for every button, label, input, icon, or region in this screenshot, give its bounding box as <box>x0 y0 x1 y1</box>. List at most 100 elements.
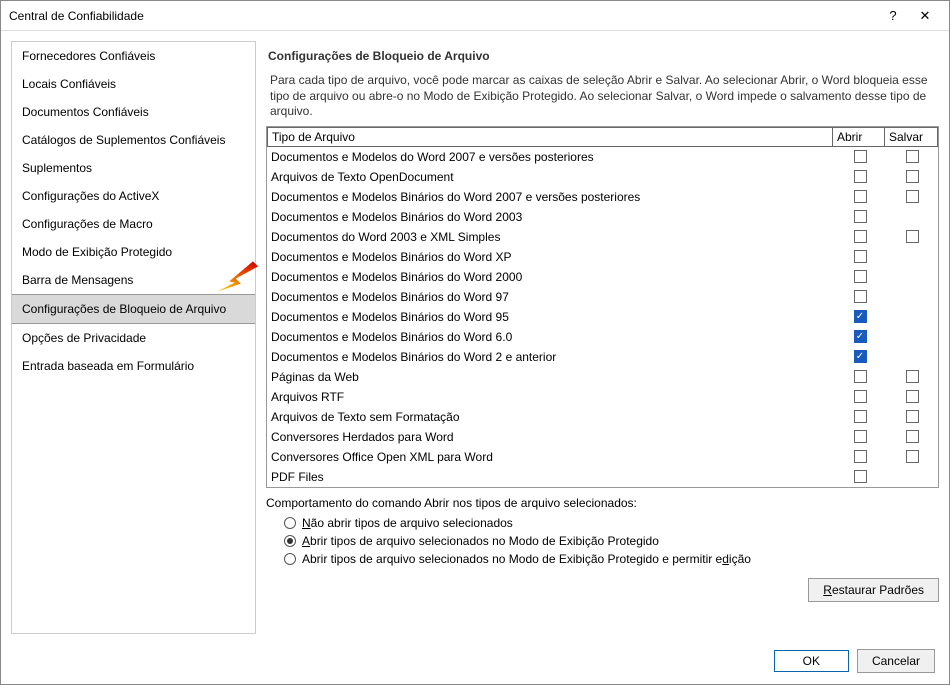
open-behavior-option[interactable]: Abrir tipos de arquivo selecionados no M… <box>266 532 939 550</box>
open-checkbox[interactable] <box>854 270 867 283</box>
radio-icon[interactable] <box>284 553 296 565</box>
window-title: Central de Confiabilidade <box>9 9 877 23</box>
intro-text: Para cada tipo de arquivo, você pode mar… <box>270 73 935 120</box>
sidebar-item-4[interactable]: Suplementos <box>12 154 255 182</box>
file-type-label: Arquivos de Texto OpenDocument <box>267 168 834 186</box>
file-type-label: Documentos e Modelos Binários do Word 20… <box>267 268 834 286</box>
table-row: PDF Files <box>267 467 938 487</box>
file-type-label: Conversores Herdados para Word <box>267 428 834 446</box>
sidebar-item-10[interactable]: Opções de Privacidade <box>12 324 255 352</box>
file-type-label: Documentos do Word 2003 e XML Simples <box>267 228 834 246</box>
table-row: Documentos e Modelos Binários do Word 97 <box>267 287 938 307</box>
file-type-label: PDF Files <box>267 468 834 486</box>
table-row: Arquivos de Texto sem Formatação <box>267 407 938 427</box>
open-behavior-option[interactable]: Abrir tipos de arquivo selecionados no M… <box>266 550 939 568</box>
help-button[interactable]: ? <box>877 1 909 30</box>
open-checkbox[interactable] <box>854 190 867 203</box>
header-type: Tipo de Arquivo <box>268 128 833 146</box>
file-type-label: Documentos e Modelos Binários do Word 20… <box>267 188 834 206</box>
restore-row: Restaurar Padrões <box>266 578 939 602</box>
header-save: Salvar <box>885 128 937 146</box>
sidebar-item-0[interactable]: Fornecedores Confiáveis <box>12 42 255 70</box>
table-row: Documentos do Word 2003 e XML Simples <box>267 227 938 247</box>
table-row: Documentos e Modelos Binários do Word XP <box>267 247 938 267</box>
radio-icon[interactable] <box>284 535 296 547</box>
open-behavior-option[interactable]: Não abrir tipos de arquivo selecionados <box>266 514 939 532</box>
sidebar-nav: Fornecedores ConfiáveisLocais Confiáveis… <box>11 41 256 634</box>
close-button[interactable]: ✕ <box>909 1 941 30</box>
table-row: Conversores Herdados para Word <box>267 427 938 447</box>
sidebar-item-1[interactable]: Locais Confiáveis <box>12 70 255 98</box>
save-checkbox[interactable] <box>906 170 919 183</box>
restore-defaults-button[interactable]: Restaurar Padrões <box>808 578 939 602</box>
save-checkbox[interactable] <box>906 430 919 443</box>
sidebar-item-6[interactable]: Configurações de Macro <box>12 210 255 238</box>
table-row: Documentos e Modelos do Word 2007 e vers… <box>267 147 938 167</box>
open-behavior-label: Comportamento do comando Abrir nos tipos… <box>266 496 939 510</box>
open-checkbox[interactable] <box>854 390 867 403</box>
save-checkbox[interactable] <box>906 230 919 243</box>
header-open: Abrir <box>833 128 885 146</box>
sidebar-item-8[interactable]: Barra de Mensagens <box>12 266 255 294</box>
cancel-button[interactable]: Cancelar <box>857 649 935 673</box>
table-header: Tipo de Arquivo Abrir Salvar <box>267 127 938 147</box>
file-type-label: Documentos e Modelos Binários do Word 95 <box>267 308 834 326</box>
radio-icon[interactable] <box>284 517 296 529</box>
radio-label: Abrir tipos de arquivo selecionados no M… <box>302 534 659 548</box>
file-type-label: Arquivos de Texto sem Formatação <box>267 408 834 426</box>
dialog-body: Fornecedores ConfiáveisLocais Confiáveis… <box>1 31 949 644</box>
open-checkbox[interactable] <box>854 250 867 263</box>
file-block-table: Tipo de Arquivo Abrir Salvar Documentos … <box>266 126 939 488</box>
table-row: Páginas da Web <box>267 367 938 387</box>
save-checkbox[interactable] <box>906 390 919 403</box>
sidebar-item-11[interactable]: Entrada baseada em Formulário <box>12 352 255 380</box>
sidebar-item-9[interactable]: Configurações de Bloqueio de Arquivo <box>12 294 255 324</box>
table-row: Documentos e Modelos Binários do Word 20… <box>267 207 938 227</box>
ok-button[interactable]: OK <box>774 650 849 672</box>
file-type-label: Documentos e Modelos Binários do Word 20… <box>267 208 834 226</box>
main-panel: Configurações de Bloqueio de Arquivo Par… <box>266 41 939 634</box>
sidebar-item-5[interactable]: Configurações do ActiveX <box>12 182 255 210</box>
file-type-label: Conversores Office Open XML para Word <box>267 448 834 466</box>
save-checkbox[interactable] <box>906 190 919 203</box>
sidebar-item-7[interactable]: Modo de Exibição Protegido <box>12 238 255 266</box>
open-checkbox[interactable] <box>854 290 867 303</box>
dialog-footer: OK Cancelar <box>1 644 949 684</box>
open-checkbox[interactable] <box>854 350 867 363</box>
open-checkbox[interactable] <box>854 310 867 323</box>
file-type-label: Documentos e Modelos Binários do Word XP <box>267 248 834 266</box>
file-type-label: Documentos e Modelos Binários do Word 2 … <box>267 348 834 366</box>
open-checkbox[interactable] <box>854 430 867 443</box>
table-row: Arquivos RTF <box>267 387 938 407</box>
open-checkbox[interactable] <box>854 210 867 223</box>
open-checkbox[interactable] <box>854 410 867 423</box>
titlebar: Central de Confiabilidade ? ✕ <box>1 1 949 31</box>
open-checkbox[interactable] <box>854 230 867 243</box>
save-checkbox[interactable] <box>906 370 919 383</box>
section-title: Configurações de Bloqueio de Arquivo <box>268 49 939 63</box>
table-row: Conversores Office Open XML para Word <box>267 447 938 467</box>
open-checkbox[interactable] <box>854 170 867 183</box>
sidebar-item-3[interactable]: Catálogos de Suplementos Confiáveis <box>12 126 255 154</box>
save-checkbox[interactable] <box>906 450 919 463</box>
open-checkbox[interactable] <box>854 330 867 343</box>
table-body: Documentos e Modelos do Word 2007 e vers… <box>267 147 938 487</box>
table-row: Documentos e Modelos Binários do Word 20… <box>267 187 938 207</box>
open-checkbox[interactable] <box>854 470 867 483</box>
table-row: Documentos e Modelos Binários do Word 20… <box>267 267 938 287</box>
radio-label: Abrir tipos de arquivo selecionados no M… <box>302 552 751 566</box>
open-checkbox[interactable] <box>854 150 867 163</box>
file-type-label: Documentos e Modelos Binários do Word 6.… <box>267 328 834 346</box>
table-row: Documentos e Modelos Binários do Word 6.… <box>267 327 938 347</box>
sidebar-item-2[interactable]: Documentos Confiáveis <box>12 98 255 126</box>
file-type-label: Páginas da Web <box>267 368 834 386</box>
save-checkbox[interactable] <box>906 410 919 423</box>
open-checkbox[interactable] <box>854 370 867 383</box>
save-checkbox[interactable] <box>906 150 919 163</box>
file-type-label: Arquivos RTF <box>267 388 834 406</box>
table-row: Arquivos de Texto OpenDocument <box>267 167 938 187</box>
open-behavior-group: Comportamento do comando Abrir nos tipos… <box>266 496 939 568</box>
radio-label: Não abrir tipos de arquivo selecionados <box>302 516 513 530</box>
file-type-label: Documentos e Modelos Binários do Word 97 <box>267 288 834 306</box>
open-checkbox[interactable] <box>854 450 867 463</box>
